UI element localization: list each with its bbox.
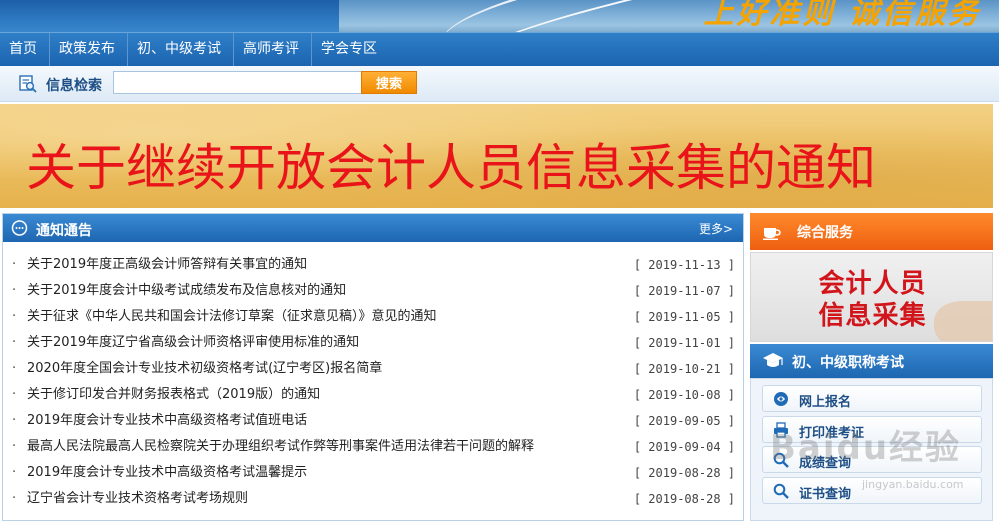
more-link[interactable]: 更多> <box>699 220 733 237</box>
main-nav: 首页 政策发布 初、中级考试 高师考评 学会专区 <box>0 32 999 66</box>
search-input[interactable] <box>113 71 363 94</box>
notice-link[interactable]: 辽宁省会计专业技术资格考试考场规则 <box>27 486 248 512</box>
list-item: · 2019年度会计专业技术中高级资格考试温馨提示 [ 2019-08-28 ] <box>3 460 743 486</box>
button-label: 网上报名 <box>799 395 852 410</box>
list-item: · 关于修订印发合并财务报表格式（2019版）的通知 [ 2019-10-08 ] <box>3 382 743 408</box>
notices-title: 通知通告 <box>36 223 92 239</box>
exam-panel-header: 初、中级职称考试 <box>750 344 993 378</box>
nav-item-senior-review[interactable]: 高师考评 <box>234 33 312 66</box>
online-registration-button[interactable]: 网上报名 <box>762 385 982 412</box>
nav-item-policy[interactable]: 政策发布 <box>50 33 128 66</box>
list-item: · 关于征求《中华人民共和国会计法修订草案（征求意见稿）》意见的通知 [ 2019-… <box>3 304 743 330</box>
notice-date: [ 2019-09-04 ] <box>633 440 735 454</box>
button-label: 证书查询 <box>799 487 852 502</box>
cup-icon <box>763 228 781 240</box>
notice-banner[interactable]: 关于继续开放会计人员信息采集的通知 <box>0 104 993 208</box>
notice-link[interactable]: 关于征求《中华人民共和国会计法修订草案（征求意见稿）》意见的通知 <box>27 304 437 330</box>
notice-link[interactable]: 2019年度会计专业技术中高级资格考试值班电话 <box>27 408 307 434</box>
magnifier-icon <box>773 483 789 499</box>
nav-item-society[interactable]: 学会专区 <box>312 33 389 66</box>
globe-icon <box>774 392 788 406</box>
nav-item-home[interactable]: 首页 <box>0 33 50 66</box>
header-banner: 上好准则 诚信服务 <box>0 0 999 36</box>
notice-date: [ 2019-11-05 ] <box>633 310 735 324</box>
bullet-icon: · <box>12 465 17 480</box>
speech-bubble-icon <box>11 220 28 236</box>
watermark-url: jingyan.baidu.com <box>862 478 964 491</box>
notice-date: [ 2019-10-21 ] <box>633 362 735 376</box>
notice-link[interactable]: 2020年度全国会计专业技术初级资格考试(辽宁考区)报名简章 <box>27 356 382 382</box>
list-item: · 2020年度全国会计专业技术初级资格考试(辽宁考区)报名简章 [ 2019-10… <box>3 356 743 382</box>
bullet-icon: · <box>12 257 17 272</box>
notice-date: [ 2019-09-05 ] <box>633 414 735 428</box>
notices-panel-header: 通知通告 更多> <box>3 214 743 242</box>
notice-date: [ 2019-11-13 ] <box>633 258 735 272</box>
header-slogan: 上好准则 诚信服务 <box>703 0 981 31</box>
service-title: 综合服务 <box>797 225 853 241</box>
bullet-icon: · <box>12 283 17 298</box>
bullet-icon: · <box>12 387 17 402</box>
list-item: · 关于2019年度辽宁省高级会计师资格评审使用标准的通知 [ 2019-11-01… <box>3 330 743 356</box>
graduation-cap-icon <box>763 353 783 367</box>
notices-list: · 关于2019年度正高级会计师答辩有关事宜的通知 [ 2019-11-13 ] ·… <box>3 242 743 512</box>
notice-link[interactable]: 最高人民法院最高人民检察院关于办理组织考试作弊等刑事案件适用法律若干问题的解释 <box>27 434 534 460</box>
service-panel-header: 综合服务 <box>750 213 993 250</box>
notices-panel: 通知通告 更多> · 关于2019年度正高级会计师答辩有关事宜的通知 [ 2019-… <box>2 213 744 521</box>
notice-banner-text: 关于继续开放会计人员信息采集的通知 <box>26 139 876 197</box>
notice-link[interactable]: 2019年度会计专业技术中高级资格考试温馨提示 <box>27 460 307 486</box>
list-item: · 关于2019年度正高级会计师答辩有关事宜的通知 [ 2019-11-13 ] <box>3 252 743 278</box>
collect-line-2: 信息采集 <box>818 301 927 331</box>
bullet-icon: · <box>12 361 17 376</box>
notice-date: [ 2019-08-28 ] <box>633 466 735 480</box>
notice-link[interactable]: 关于修订印发合并财务报表格式（2019版）的通知 <box>27 382 320 408</box>
bullet-icon: · <box>12 335 17 350</box>
watermark: Baidu经验 <box>770 428 962 468</box>
list-item: · 关于2019年度会计中级考试成绩发布及信息核对的通知 [ 2019-11-07 … <box>3 278 743 304</box>
notice-date: [ 2019-08-28 ] <box>633 492 735 506</box>
list-item: · 最高人民法院最高人民检察院关于办理组织考试作弊等刑事案件适用法律若干问题的解释… <box>3 434 743 460</box>
search-bar: 信息检索 搜索 <box>0 66 999 102</box>
nav-item-exam[interactable]: 初、中级考试 <box>128 33 234 66</box>
info-collection-banner[interactable]: 会计人员 信息采集 <box>750 252 993 342</box>
bullet-icon: · <box>12 413 17 428</box>
notice-link[interactable]: 关于2019年度会计中级考试成绩发布及信息核对的通知 <box>27 278 346 304</box>
bullet-icon: · <box>12 439 17 454</box>
notice-date: [ 2019-10-08 ] <box>633 388 735 402</box>
bullet-icon: · <box>12 309 17 324</box>
list-item: · 辽宁省会计专业技术资格考试考场规则 [ 2019-08-28 ] <box>3 486 743 512</box>
search-button[interactable]: 搜索 <box>361 71 417 94</box>
notice-link[interactable]: 关于2019年度正高级会计师答辩有关事宜的通知 <box>27 252 307 278</box>
list-item: · 2019年度会计专业技术中高级资格考试值班电话 [ 2019-09-05 ] <box>3 408 743 434</box>
search-label: 信息检索 <box>46 78 102 94</box>
bullet-icon: · <box>12 491 17 506</box>
exam-title: 初、中级职称考试 <box>792 355 904 371</box>
search-icon <box>19 75 37 93</box>
notice-link[interactable]: 关于2019年度辽宁省高级会计师资格评审使用标准的通知 <box>27 330 359 356</box>
notice-date: [ 2019-11-01 ] <box>633 336 735 350</box>
notice-date: [ 2019-11-07 ] <box>633 284 735 298</box>
